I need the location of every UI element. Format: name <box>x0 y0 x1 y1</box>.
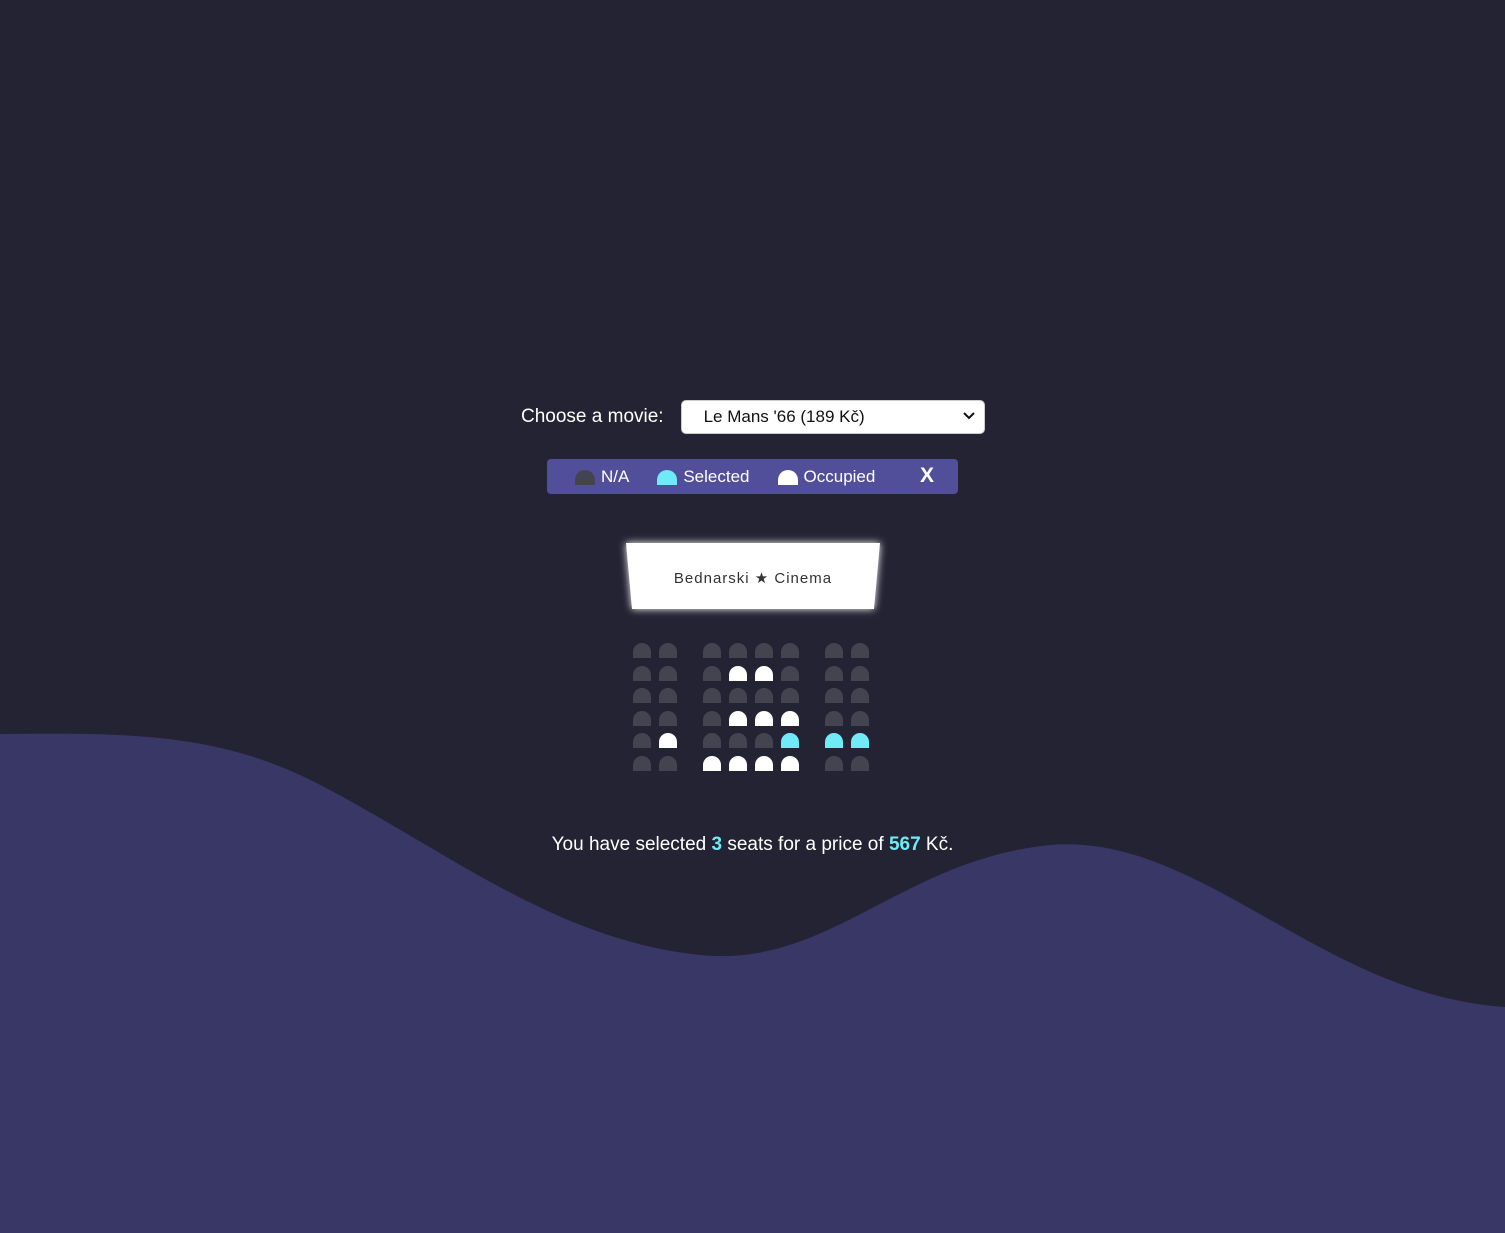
seat[interactable] <box>633 711 651 726</box>
seat[interactable] <box>703 711 721 726</box>
seat-row <box>633 733 877 748</box>
seat[interactable] <box>703 733 721 748</box>
seat[interactable] <box>659 666 677 681</box>
seat-row <box>633 643 877 658</box>
total-price: 567 <box>888 834 921 855</box>
seat[interactable] <box>703 643 721 658</box>
movie-label: Choose a movie: <box>521 406 664 427</box>
close-button[interactable]: X <box>920 464 934 488</box>
seat[interactable] <box>703 666 721 681</box>
seat[interactable] <box>825 756 843 771</box>
seat[interactable] <box>781 666 799 681</box>
seat <box>729 756 747 771</box>
seat[interactable] <box>659 688 677 703</box>
chevron-down-icon <box>962 412 975 420</box>
seat-row <box>633 756 877 771</box>
legend-label: Selected <box>683 466 750 486</box>
seat <box>755 756 773 771</box>
seat[interactable] <box>755 688 773 703</box>
seat[interactable] <box>825 711 843 726</box>
movie-select[interactable]: Le Mans '66 (189 Kč) <box>680 400 985 434</box>
screen-title: Bednarski ★ Cinema <box>673 570 833 587</box>
seat-selected-icon <box>657 470 678 485</box>
seat-row <box>633 666 877 681</box>
seat[interactable] <box>825 733 843 748</box>
movie-picker: Choose a movie: Le Mans '66 (189 Kč) <box>521 400 985 434</box>
seat[interactable] <box>781 733 799 748</box>
seat[interactable] <box>851 756 869 771</box>
seat[interactable] <box>755 643 773 658</box>
seat[interactable] <box>781 643 799 658</box>
seat <box>755 711 773 726</box>
seat[interactable] <box>703 688 721 703</box>
seat[interactable] <box>851 688 869 703</box>
cinema-screen: Bednarski ★ Cinema <box>626 543 880 609</box>
legend-item-selected: Selected <box>657 466 750 487</box>
selection-summary: You have selected 3 seats for a price of… <box>0 834 1505 856</box>
seat[interactable] <box>729 733 747 748</box>
seat-legend: N/A Selected Occupied X <box>547 459 958 494</box>
seat[interactable] <box>825 688 843 703</box>
summary-prefix: You have selected <box>551 834 707 855</box>
seat <box>781 756 799 771</box>
seat[interactable] <box>755 733 773 748</box>
legend-label: Occupied <box>803 466 876 486</box>
seat-row <box>633 711 877 726</box>
seat[interactable] <box>633 643 651 658</box>
seat <box>755 666 773 681</box>
seat[interactable] <box>825 643 843 658</box>
seat[interactable] <box>851 643 869 658</box>
seat[interactable] <box>851 666 869 681</box>
seat <box>729 711 747 726</box>
legend-item-occupied: Occupied <box>777 466 876 487</box>
legend-item-na: N/A <box>575 467 629 487</box>
seat <box>703 756 721 771</box>
seat[interactable] <box>659 711 677 726</box>
seat[interactable] <box>851 711 869 726</box>
seat[interactable] <box>633 688 651 703</box>
seat[interactable] <box>781 688 799 703</box>
seat[interactable] <box>851 733 869 748</box>
seat-row <box>633 688 877 703</box>
selected-count: 3 <box>711 834 723 855</box>
seat-occupied-icon <box>777 470 798 485</box>
seat <box>729 666 747 681</box>
seat[interactable] <box>659 756 677 771</box>
seat <box>659 733 677 748</box>
currency-label: Kč. <box>925 834 954 855</box>
summary-middle: seats for a price of <box>727 834 884 855</box>
seat[interactable] <box>729 688 747 703</box>
seat-na-icon <box>575 470 595 485</box>
legend-label: N/A <box>601 466 630 486</box>
movie-select-value: Le Mans '66 (189 Kč) <box>703 407 865 426</box>
seat[interactable] <box>633 756 651 771</box>
seat <box>781 711 799 726</box>
seat[interactable] <box>825 666 843 681</box>
seat[interactable] <box>633 733 651 748</box>
seat[interactable] <box>659 643 677 658</box>
seat[interactable] <box>729 643 747 658</box>
seat[interactable] <box>633 666 651 681</box>
